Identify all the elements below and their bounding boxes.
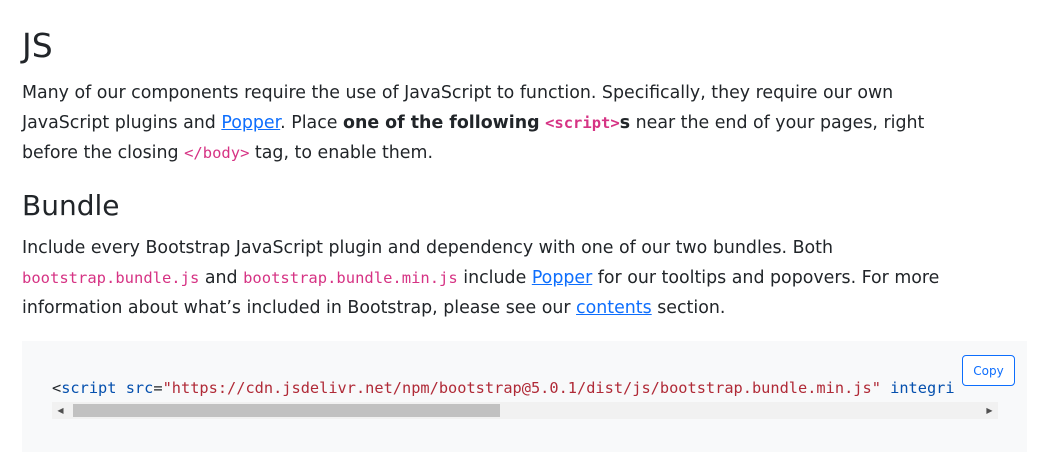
bundle-paragraph-line-2: bootstrap.bundle.js and bootstrap.bundle…	[22, 263, 939, 293]
section-heading-js: JS	[22, 26, 53, 65]
scroll-right-arrow-icon[interactable]: ▶	[981, 402, 998, 419]
code-token-tag-open: <	[52, 379, 62, 397]
text-segment: include	[457, 268, 532, 288]
text-segment: . Place	[280, 113, 343, 133]
section-heading-bundle: Bundle	[22, 189, 120, 222]
js-paragraph-line-2: JavaScript plugins and Popper. Place one…	[22, 108, 924, 138]
emphasis-text: one of the following	[343, 113, 540, 133]
code-line[interactable]: <script src="https://cdn.jsdelivr.net/np…	[52, 374, 998, 402]
code-token-src-value: "https://cdn.jsdelivr.net/npm/bootstrap@…	[162, 379, 881, 397]
text-segment: JavaScript plugins and	[22, 113, 222, 133]
popper-link[interactable]: Popper	[532, 268, 592, 288]
inline-code-bundle-js: bootstrap.bundle.js	[22, 269, 200, 287]
bundle-paragraph-line-1: Include every Bootstrap JavaScript plugi…	[22, 238, 834, 258]
text-segment: for our tooltips and popovers. For more	[592, 268, 940, 288]
js-paragraph-line-1: Many of our components require the use o…	[22, 83, 894, 103]
text-segment: section.	[651, 298, 726, 318]
scroll-left-arrow-icon[interactable]: ◀	[52, 402, 69, 419]
code-token-attr-src: src	[125, 379, 154, 397]
js-paragraph-line-3: before the closing </body> tag, to enabl…	[22, 138, 924, 168]
text-segment: and	[199, 268, 244, 288]
js-paragraph: Many of our components require the use o…	[22, 78, 924, 168]
copy-button[interactable]: Copy	[962, 355, 1015, 386]
bundle-paragraph: Include every Bootstrap JavaScript plugi…	[22, 233, 939, 323]
code-token-attr-integrity: integri	[890, 379, 955, 397]
text-segment: near the end of your pages, right	[630, 113, 925, 133]
docs-page: JS Many of our components require the us…	[0, 0, 1038, 452]
code-token-tag-name: script	[61, 379, 117, 397]
code-token-equals: =	[153, 379, 163, 397]
bundle-paragraph-line-3: information about what’s included in Boo…	[22, 293, 939, 323]
horizontal-scrollbar[interactable]: ◀ ▶	[52, 402, 998, 419]
text-segment: before the closing	[22, 143, 185, 163]
contents-link[interactable]: contents	[576, 298, 652, 318]
scrollbar-thumb[interactable]	[73, 404, 500, 417]
inline-code-bundle-min-js: bootstrap.bundle.min.js	[243, 269, 458, 287]
popper-link[interactable]: Popper	[221, 113, 280, 133]
inline-code-body: </body>	[184, 144, 250, 162]
text-segment: information about what’s included in Boo…	[22, 298, 577, 318]
plural-suffix: s	[619, 113, 631, 133]
inline-code-script: <script>	[545, 114, 620, 132]
code-snippet: <script src="https://cdn.jsdelivr.net/np…	[22, 341, 1027, 452]
text-segment: tag, to enable them.	[249, 143, 433, 163]
